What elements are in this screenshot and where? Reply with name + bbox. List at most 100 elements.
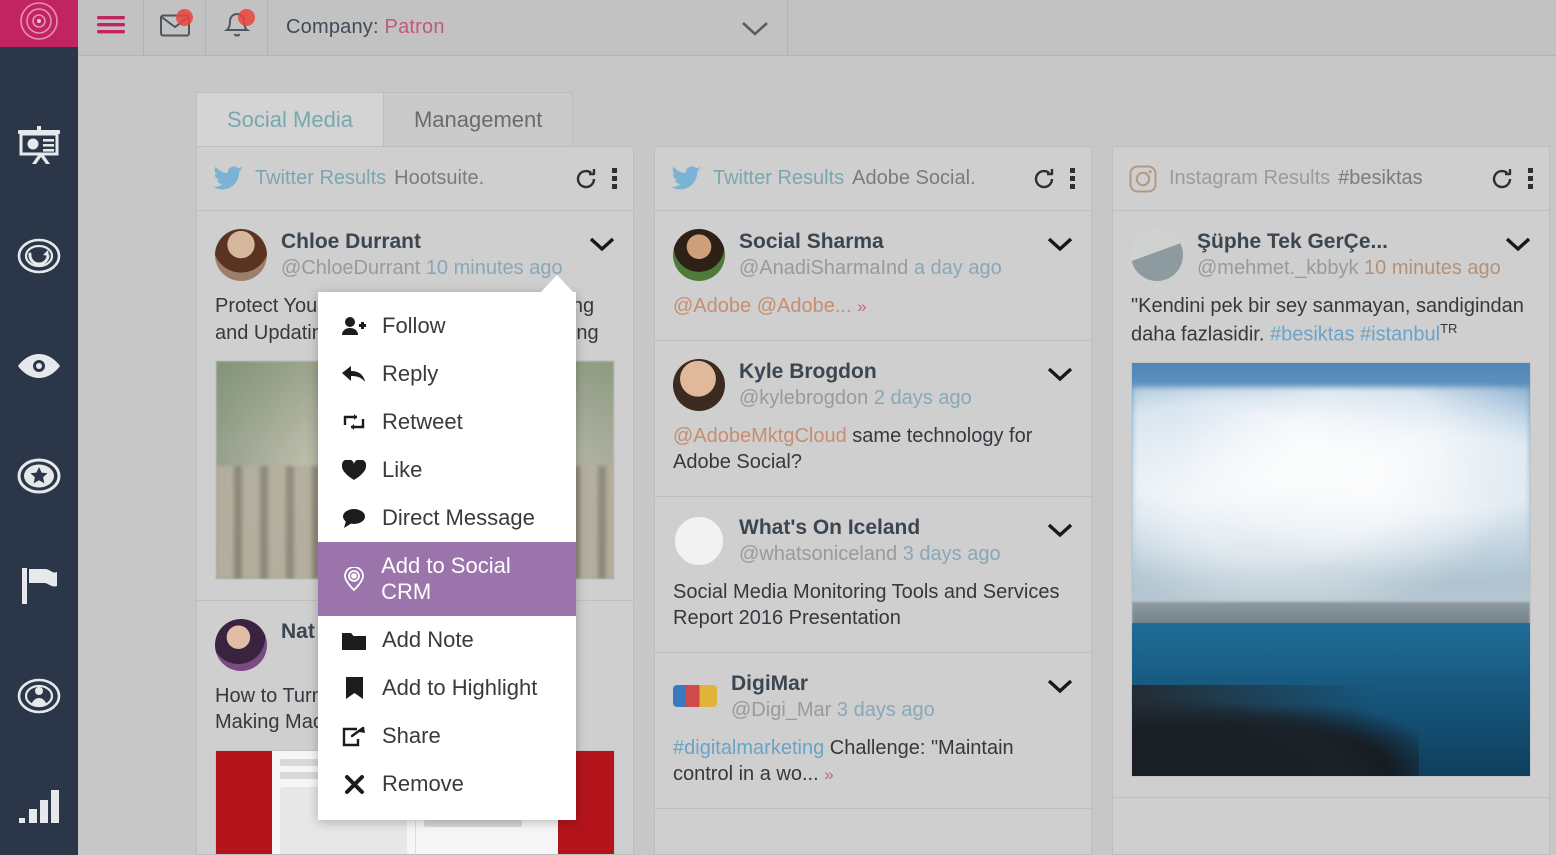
post-item: Social Sharma @AnadiSharmaInd a day ago (655, 211, 1091, 341)
flag-icon (18, 566, 60, 606)
post-context-menu: Follow Reply Retweet Like Direct Message… (318, 275, 576, 820)
context-menu-item-follow[interactable]: Follow (318, 302, 576, 350)
avatar (215, 619, 267, 672)
post-mention[interactable]: @Adobe @Adobe... (673, 295, 852, 317)
refresh-icon[interactable] (574, 167, 598, 191)
context-menu-item-label: Direct Message (382, 505, 535, 530)
column-title: Instagram Results (1169, 167, 1331, 189)
influencer-icon (17, 676, 61, 716)
post-media-bosphorus-photo[interactable] (1131, 361, 1531, 777)
context-menu-item-retweet[interactable]: Retweet (318, 398, 576, 446)
heart-icon (342, 459, 366, 481)
context-menu-item-label: Remove (382, 771, 464, 796)
reply-arrow-icon (342, 364, 366, 384)
sidebar-item-flags[interactable] (0, 531, 78, 641)
post-text-suffix: TR (1440, 320, 1458, 336)
folder-icon (342, 631, 366, 650)
context-menu-item-add-to-social-crm[interactable]: Add to Social CRM (318, 542, 576, 616)
main-area: Company: Patron Social Media Management (78, 0, 1556, 855)
context-menu-item-remove[interactable]: Remove (318, 760, 576, 808)
context-menu-pointer (540, 275, 574, 293)
context-menu-item-label: Share (382, 723, 441, 748)
post-hashtag[interactable]: #besiktas (1270, 323, 1355, 345)
post-item: Kyle Brogdon @kylebrogdon 2 days ago @Ad… (655, 341, 1091, 497)
messages-button[interactable] (144, 0, 206, 55)
sidebar-item-favorites[interactable] (0, 421, 78, 531)
hamburger-menu-button[interactable] (78, 0, 144, 55)
company-selector-label: Company: Patron (286, 16, 445, 39)
company-value-text: Patron (384, 16, 445, 38)
kebab-menu-icon[interactable] (1070, 168, 1075, 189)
post-menu-chevron-down-icon[interactable] (1047, 519, 1073, 543)
presentation-icon (16, 126, 62, 166)
refresh-icon[interactable] (1032, 167, 1056, 191)
stream-columns: Twitter Results Hootsuite. Chloe Durrant… (78, 146, 1556, 855)
company-selector[interactable]: Company: Patron (268, 0, 788, 55)
refresh-icon[interactable] (1490, 167, 1514, 191)
radar-target-logo (18, 0, 60, 47)
column-header: Twitter Results Hootsuite. (197, 147, 633, 211)
context-menu-item-add-to-highlight[interactable]: Add to Highlight (318, 664, 576, 712)
post-menu-chevron-down-icon[interactable] (1505, 233, 1531, 257)
sidebar-item-presentation[interactable] (0, 91, 78, 201)
post-text: Social Media Monitoring Tools and Servic… (673, 580, 1060, 630)
sidebar-item-analytics[interactable] (0, 751, 78, 855)
column-body[interactable]: Social Sharma @AnadiSharmaInd a day ago (655, 211, 1091, 854)
post-menu-chevron-down-icon[interactable] (589, 233, 615, 257)
post-author-name: What's On Iceland (739, 515, 921, 539)
post-hashtag[interactable]: #istanbul (1360, 323, 1440, 345)
column-body[interactable]: Şüphe Tek GerÇe... @mehmet._kbbyk 10 min… (1113, 211, 1549, 854)
context-menu-item-label: Retweet (382, 409, 463, 434)
tab-management[interactable]: Management (382, 92, 574, 146)
context-menu-item-direct-message[interactable]: Direct Message (318, 494, 576, 542)
double-chevron-down-icon[interactable]: » (824, 765, 833, 784)
context-menu-item-share[interactable]: Share (318, 712, 576, 760)
twitter-icon (671, 166, 701, 191)
avatar (1131, 229, 1183, 281)
column-title: Twitter Results (713, 167, 845, 189)
monitoring-icon (17, 234, 61, 278)
column-instagram-besiktas: Instagram Results #besiktas Şüphe Tek Ge… (1112, 146, 1550, 855)
share-icon (342, 726, 366, 747)
post-menu-chevron-down-icon[interactable] (1047, 675, 1073, 699)
close-x-icon (342, 774, 366, 795)
tab-social-media[interactable]: Social Media (196, 92, 384, 146)
eye-icon (16, 352, 62, 380)
post-text: @AdobeMktgCloud same technology for Adob… (673, 424, 1033, 474)
post-text: #digitalmarketing Challenge: "Maintain c… (673, 736, 1014, 786)
sidebar-item-visibility[interactable] (0, 311, 78, 421)
post-hashtag[interactable]: #digitalmarketing (673, 737, 824, 759)
sidebar-item-monitoring[interactable] (0, 201, 78, 311)
post-item: Şüphe Tek GerÇe... @mehmet._kbbyk 10 min… (1113, 211, 1549, 798)
post-item: What's On Iceland @whatsoniceland 3 days… (655, 497, 1091, 653)
notifications-button[interactable] (206, 0, 268, 55)
context-menu-item-like[interactable]: Like (318, 446, 576, 494)
post-mention[interactable]: @AdobeMktgCloud (673, 425, 847, 447)
instagram-icon (1129, 165, 1157, 193)
column-twitter-adobe-social: Twitter Results Adobe Social. Social Sha… (654, 146, 1092, 855)
double-chevron-down-icon[interactable]: » (857, 297, 866, 316)
context-menu-item-add-note[interactable]: Add Note (318, 616, 576, 664)
column-subtitle: Adobe Social. (852, 167, 976, 189)
chevron-down-icon (741, 15, 769, 41)
kebab-menu-icon[interactable] (1528, 168, 1533, 189)
context-menu-item-label: Reply (382, 361, 439, 386)
context-menu-item-label: Follow (382, 313, 446, 338)
context-menu-item-reply[interactable]: Reply (318, 350, 576, 398)
user-plus-icon (342, 316, 366, 336)
tab-bar: Social Media Management (78, 56, 1556, 146)
post-menu-chevron-down-icon[interactable] (1047, 233, 1073, 257)
post-author-name: Kyle Brogdon (739, 359, 877, 383)
post-author-name: Social Sharma (739, 230, 884, 253)
avatar (673, 684, 717, 707)
app-root: Company: Patron Social Media Management (0, 0, 1556, 855)
kebab-menu-icon[interactable] (612, 168, 617, 189)
post-menu-chevron-down-icon[interactable] (1047, 363, 1073, 387)
context-menu-item-label: Add Note (382, 627, 474, 652)
post-text: "Kendini pek bir sey sanmayan, sandigind… (1131, 295, 1524, 346)
retweet-icon (342, 412, 366, 432)
column-header: Instagram Results #besiktas (1113, 147, 1549, 211)
sidebar-item-influencers[interactable] (0, 641, 78, 751)
app-logo[interactable] (0, 0, 78, 47)
left-sidebar (0, 0, 78, 855)
